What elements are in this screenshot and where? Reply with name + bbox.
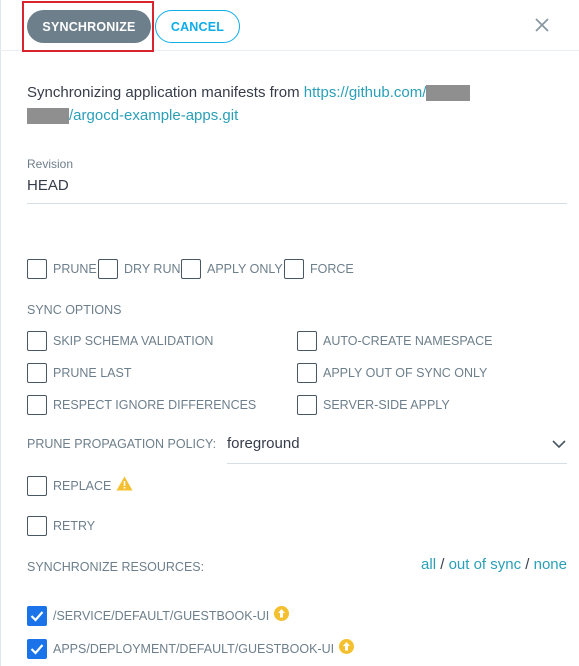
auto-create-namespace-label: AUTO-CREATE NAMESPACE xyxy=(323,334,493,348)
revision-input[interactable]: HEAD xyxy=(27,177,69,194)
separator: / xyxy=(525,556,530,573)
option-respect-ignore-differences[interactable]: RESPECT IGNORE DIFFERENCES xyxy=(27,395,256,415)
retry-checkbox[interactable] xyxy=(27,516,47,536)
apply-out-of-sync-only-checkbox[interactable] xyxy=(297,363,317,383)
select-none-link[interactable]: none xyxy=(534,556,567,573)
apply-only-checkbox[interactable] xyxy=(181,259,201,279)
synchronize-button[interactable]: SYNCHRONIZE xyxy=(27,10,151,43)
close-icon[interactable] xyxy=(530,13,554,37)
force-checkbox[interactable] xyxy=(284,259,304,279)
respect-ignore-differences-label: RESPECT IGNORE DIFFERENCES xyxy=(53,398,257,412)
out-of-sync-icon xyxy=(274,606,290,626)
out-of-sync-icon xyxy=(339,639,355,659)
replace-label: REPLACE xyxy=(53,479,112,493)
option-apply-out-of-sync-only[interactable]: APPLY OUT OF SYNC ONLY xyxy=(297,363,487,383)
cancel-button[interactable]: CANCEL xyxy=(155,10,240,43)
resource-item[interactable]: /SERVICE/DEFAULT/GUESTBOOK-UI xyxy=(27,606,290,626)
prune-last-label: PRUNE LAST xyxy=(53,366,132,380)
select-out-of-sync-link[interactable]: out of sync xyxy=(449,556,522,573)
prune-propagation-policy-value: foreground xyxy=(227,435,300,452)
revision-label: Revision xyxy=(27,157,74,171)
option-apply-only[interactable]: APPLY ONLY xyxy=(181,259,283,279)
prune-propagation-policy-label: PRUNE PROPAGATION POLICY: xyxy=(27,437,217,451)
option-retry[interactable]: RETRY xyxy=(27,516,95,536)
repo-link-part1[interactable]: https://github.com/ xyxy=(304,84,427,101)
resource-checkbox[interactable] xyxy=(27,639,47,659)
option-replace[interactable]: REPLACE xyxy=(27,476,133,496)
respect-ignore-differences-checkbox[interactable] xyxy=(27,395,47,415)
server-side-apply-label: SERVER-SIDE APPLY xyxy=(323,398,450,412)
skip-schema-validation-checkbox[interactable] xyxy=(27,331,47,351)
redacted-block xyxy=(27,108,69,125)
server-side-apply-checkbox[interactable] xyxy=(297,395,317,415)
sync-message: Synchronizing application manifests from… xyxy=(27,81,567,127)
synchronize-resources-label: SYNCHRONIZE RESOURCES: xyxy=(27,560,205,574)
chevron-down-icon xyxy=(551,436,567,457)
prune-last-checkbox[interactable] xyxy=(27,363,47,383)
separator: / xyxy=(440,556,445,573)
checkmark-icon xyxy=(30,644,44,655)
select-all-link[interactable]: all xyxy=(421,556,436,573)
resource-checkbox[interactable] xyxy=(27,606,47,626)
resource-label: APPS/DEPLOYMENT/DEFAULT/GUESTBOOK-UI xyxy=(53,642,335,656)
warning-icon xyxy=(116,476,133,496)
revision-underline xyxy=(27,203,567,204)
auto-create-namespace-checkbox[interactable] xyxy=(297,331,317,351)
skip-schema-validation-label: SKIP SCHEMA VALIDATION xyxy=(53,334,214,348)
sync-message-prefix: Synchronizing application manifests from xyxy=(27,84,304,101)
checkmark-icon xyxy=(30,611,44,622)
prune-checkbox[interactable] xyxy=(27,259,47,279)
replace-checkbox[interactable] xyxy=(27,476,47,496)
retry-label: RETRY xyxy=(53,519,96,533)
redacted-block xyxy=(426,85,471,102)
option-skip-schema-validation[interactable]: SKIP SCHEMA VALIDATION xyxy=(27,331,213,351)
prune-propagation-policy-select[interactable]: foreground xyxy=(227,430,567,464)
resource-label: /SERVICE/DEFAULT/GUESTBOOK-UI xyxy=(53,609,270,623)
dry-run-label: DRY RUN xyxy=(124,262,181,276)
option-server-side-apply[interactable]: SERVER-SIDE APPLY xyxy=(297,395,450,415)
option-auto-create-namespace[interactable]: AUTO-CREATE NAMESPACE xyxy=(297,331,492,351)
resource-selection-links: all / out of sync / none xyxy=(421,556,567,573)
option-prune-last[interactable]: PRUNE LAST xyxy=(27,363,132,383)
option-dry-run[interactable]: DRY RUN xyxy=(98,259,181,279)
repo-link-part2[interactable]: /argocd-example-apps.git xyxy=(69,107,238,124)
apply-only-label: APPLY ONLY xyxy=(207,262,283,276)
option-prune[interactable]: PRUNE xyxy=(27,259,97,279)
force-label: FORCE xyxy=(310,262,354,276)
option-force[interactable]: FORCE xyxy=(284,259,354,279)
prune-label: PRUNE xyxy=(53,262,97,276)
dry-run-checkbox[interactable] xyxy=(98,259,118,279)
panel-header: SYNCHRONIZE CANCEL xyxy=(0,0,579,52)
apply-out-of-sync-only-label: APPLY OUT OF SYNC ONLY xyxy=(323,366,488,380)
panel-left-border xyxy=(0,0,1,666)
resource-item[interactable]: APPS/DEPLOYMENT/DEFAULT/GUESTBOOK-UI xyxy=(27,639,355,659)
sync-options-heading: SYNC OPTIONS xyxy=(27,303,122,317)
